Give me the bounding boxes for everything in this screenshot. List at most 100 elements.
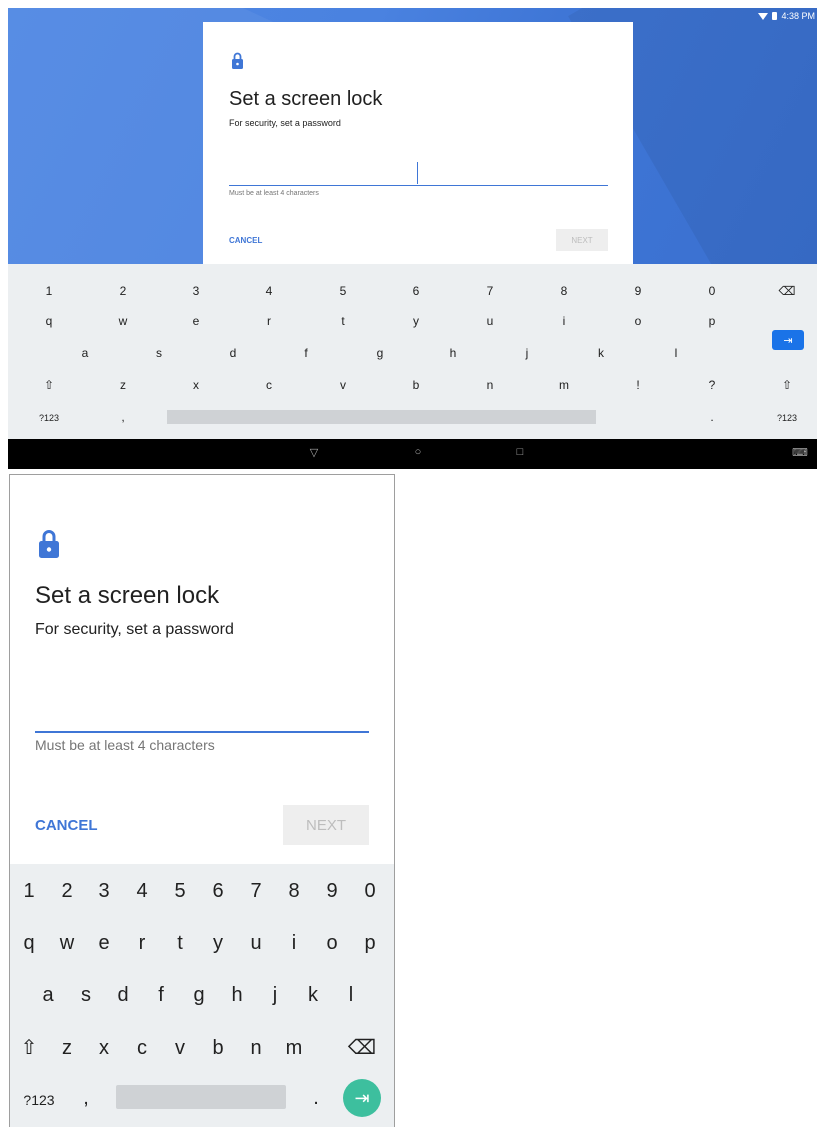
password-input[interactable] [35, 705, 369, 733]
key-u[interactable]: u [250, 931, 261, 955]
key-p[interactable]: p [364, 931, 375, 955]
key-2[interactable]: 2 [61, 879, 72, 903]
key-h[interactable]: h [450, 346, 457, 360]
key-s[interactable]: s [81, 983, 91, 1007]
key-![interactable]: ! [636, 378, 639, 392]
shift-icon[interactable]: ⇧ [44, 378, 54, 392]
key-h[interactable]: h [231, 983, 242, 1007]
keyboard-icon[interactable]: ⌨ [792, 446, 808, 459]
home-circle-icon[interactable]: ○ [415, 446, 422, 458]
key-n[interactable]: n [250, 1036, 261, 1060]
tab-next-icon[interactable]: ⇥ [343, 1079, 381, 1117]
key-e[interactable]: e [193, 314, 200, 328]
period-key[interactable]: . [710, 410, 713, 424]
key-b[interactable]: b [413, 378, 420, 392]
key-8[interactable]: 8 [561, 284, 568, 298]
shift-icon[interactable]: ⇧ [782, 378, 792, 392]
key-c[interactable]: c [266, 378, 272, 392]
key-6[interactable]: 6 [212, 879, 223, 903]
next-button[interactable]: NEXT [556, 229, 608, 251]
cancel-button[interactable]: CANCEL [35, 817, 98, 834]
key-f[interactable]: f [304, 346, 307, 360]
key-8[interactable]: 8 [288, 879, 299, 903]
key-v[interactable]: v [340, 378, 346, 392]
key-g[interactable]: g [377, 346, 384, 360]
key-m[interactable]: m [559, 378, 569, 392]
key-6[interactable]: 6 [413, 284, 420, 298]
comma-key[interactable]: , [83, 1086, 89, 1110]
backspace-icon[interactable]: ⌫ [348, 1036, 376, 1060]
key-i[interactable]: i [292, 931, 296, 955]
period-key[interactable]: . [313, 1086, 319, 1110]
key-c[interactable]: c [137, 1036, 147, 1060]
key-x[interactable]: x [99, 1036, 109, 1060]
key-3[interactable]: 3 [98, 879, 109, 903]
key-d[interactable]: d [230, 346, 237, 360]
key-r[interactable]: r [139, 931, 146, 955]
key-j[interactable]: j [273, 983, 277, 1007]
key-9[interactable]: 9 [326, 879, 337, 903]
key-u[interactable]: u [487, 314, 494, 328]
key-a[interactable]: a [82, 346, 89, 360]
key-q[interactable]: q [23, 931, 34, 955]
recents-square-icon[interactable]: □ [517, 446, 524, 458]
shift-icon[interactable]: ⇧ [21, 1036, 38, 1060]
key-q[interactable]: q [46, 314, 53, 328]
key-9[interactable]: 9 [635, 284, 642, 298]
key-4[interactable]: 4 [136, 879, 147, 903]
key-g[interactable]: g [193, 983, 204, 1007]
key-z[interactable]: z [120, 378, 126, 392]
key-a[interactable]: a [42, 983, 53, 1007]
key-s[interactable]: s [156, 346, 162, 360]
key-y[interactable]: y [413, 314, 419, 328]
space-bar[interactable] [116, 1085, 286, 1109]
key-l[interactable]: l [349, 983, 353, 1007]
tab-next-icon[interactable]: ⇥ [772, 330, 804, 350]
key-e[interactable]: e [98, 931, 109, 955]
key-?[interactable]: ? [709, 378, 716, 392]
key-n[interactable]: n [487, 378, 494, 392]
key-y[interactable]: y [213, 931, 223, 955]
key-d[interactable]: d [117, 983, 128, 1007]
key-v[interactable]: v [175, 1036, 185, 1060]
back-triangle-icon[interactable]: ▽ [310, 446, 318, 459]
cancel-button[interactable]: CANCEL [229, 236, 262, 245]
space-bar[interactable] [167, 410, 596, 424]
password-input[interactable] [229, 162, 608, 186]
key-p[interactable]: p [709, 314, 716, 328]
symbols-key[interactable]: ?123 [39, 411, 59, 425]
backspace-icon[interactable]: ⌫ [779, 284, 796, 298]
key-5[interactable]: 5 [174, 879, 185, 903]
key-f[interactable]: f [158, 983, 164, 1007]
key-j[interactable]: j [526, 346, 529, 360]
key-i[interactable]: i [563, 314, 566, 328]
key-m[interactable]: m [286, 1036, 303, 1060]
comma-key[interactable]: , [121, 410, 124, 424]
key-0[interactable]: 0 [709, 284, 716, 298]
key-x[interactable]: x [193, 378, 199, 392]
key-k[interactable]: k [598, 346, 604, 360]
key-z[interactable]: z [62, 1036, 72, 1060]
key-t[interactable]: t [341, 314, 344, 328]
key-4[interactable]: 4 [266, 284, 273, 298]
key-w[interactable]: w [119, 314, 128, 328]
key-7[interactable]: 7 [250, 879, 261, 903]
key-o[interactable]: o [326, 931, 337, 955]
key-l[interactable]: l [675, 346, 678, 360]
key-2[interactable]: 2 [120, 284, 127, 298]
symbols-key[interactable]: ?123 [777, 411, 797, 425]
key-0[interactable]: 0 [364, 879, 375, 903]
key-3[interactable]: 3 [193, 284, 200, 298]
key-1[interactable]: 1 [46, 284, 53, 298]
key-r[interactable]: r [267, 314, 271, 328]
key-7[interactable]: 7 [487, 284, 494, 298]
key-1[interactable]: 1 [23, 879, 34, 903]
key-5[interactable]: 5 [340, 284, 347, 298]
symbols-key[interactable]: ?123 [23, 1088, 54, 1112]
next-button[interactable]: NEXT [283, 805, 369, 845]
key-t[interactable]: t [177, 931, 183, 955]
key-k[interactable]: k [308, 983, 318, 1007]
key-b[interactable]: b [212, 1036, 223, 1060]
key-w[interactable]: w [60, 931, 74, 955]
key-o[interactable]: o [635, 314, 642, 328]
